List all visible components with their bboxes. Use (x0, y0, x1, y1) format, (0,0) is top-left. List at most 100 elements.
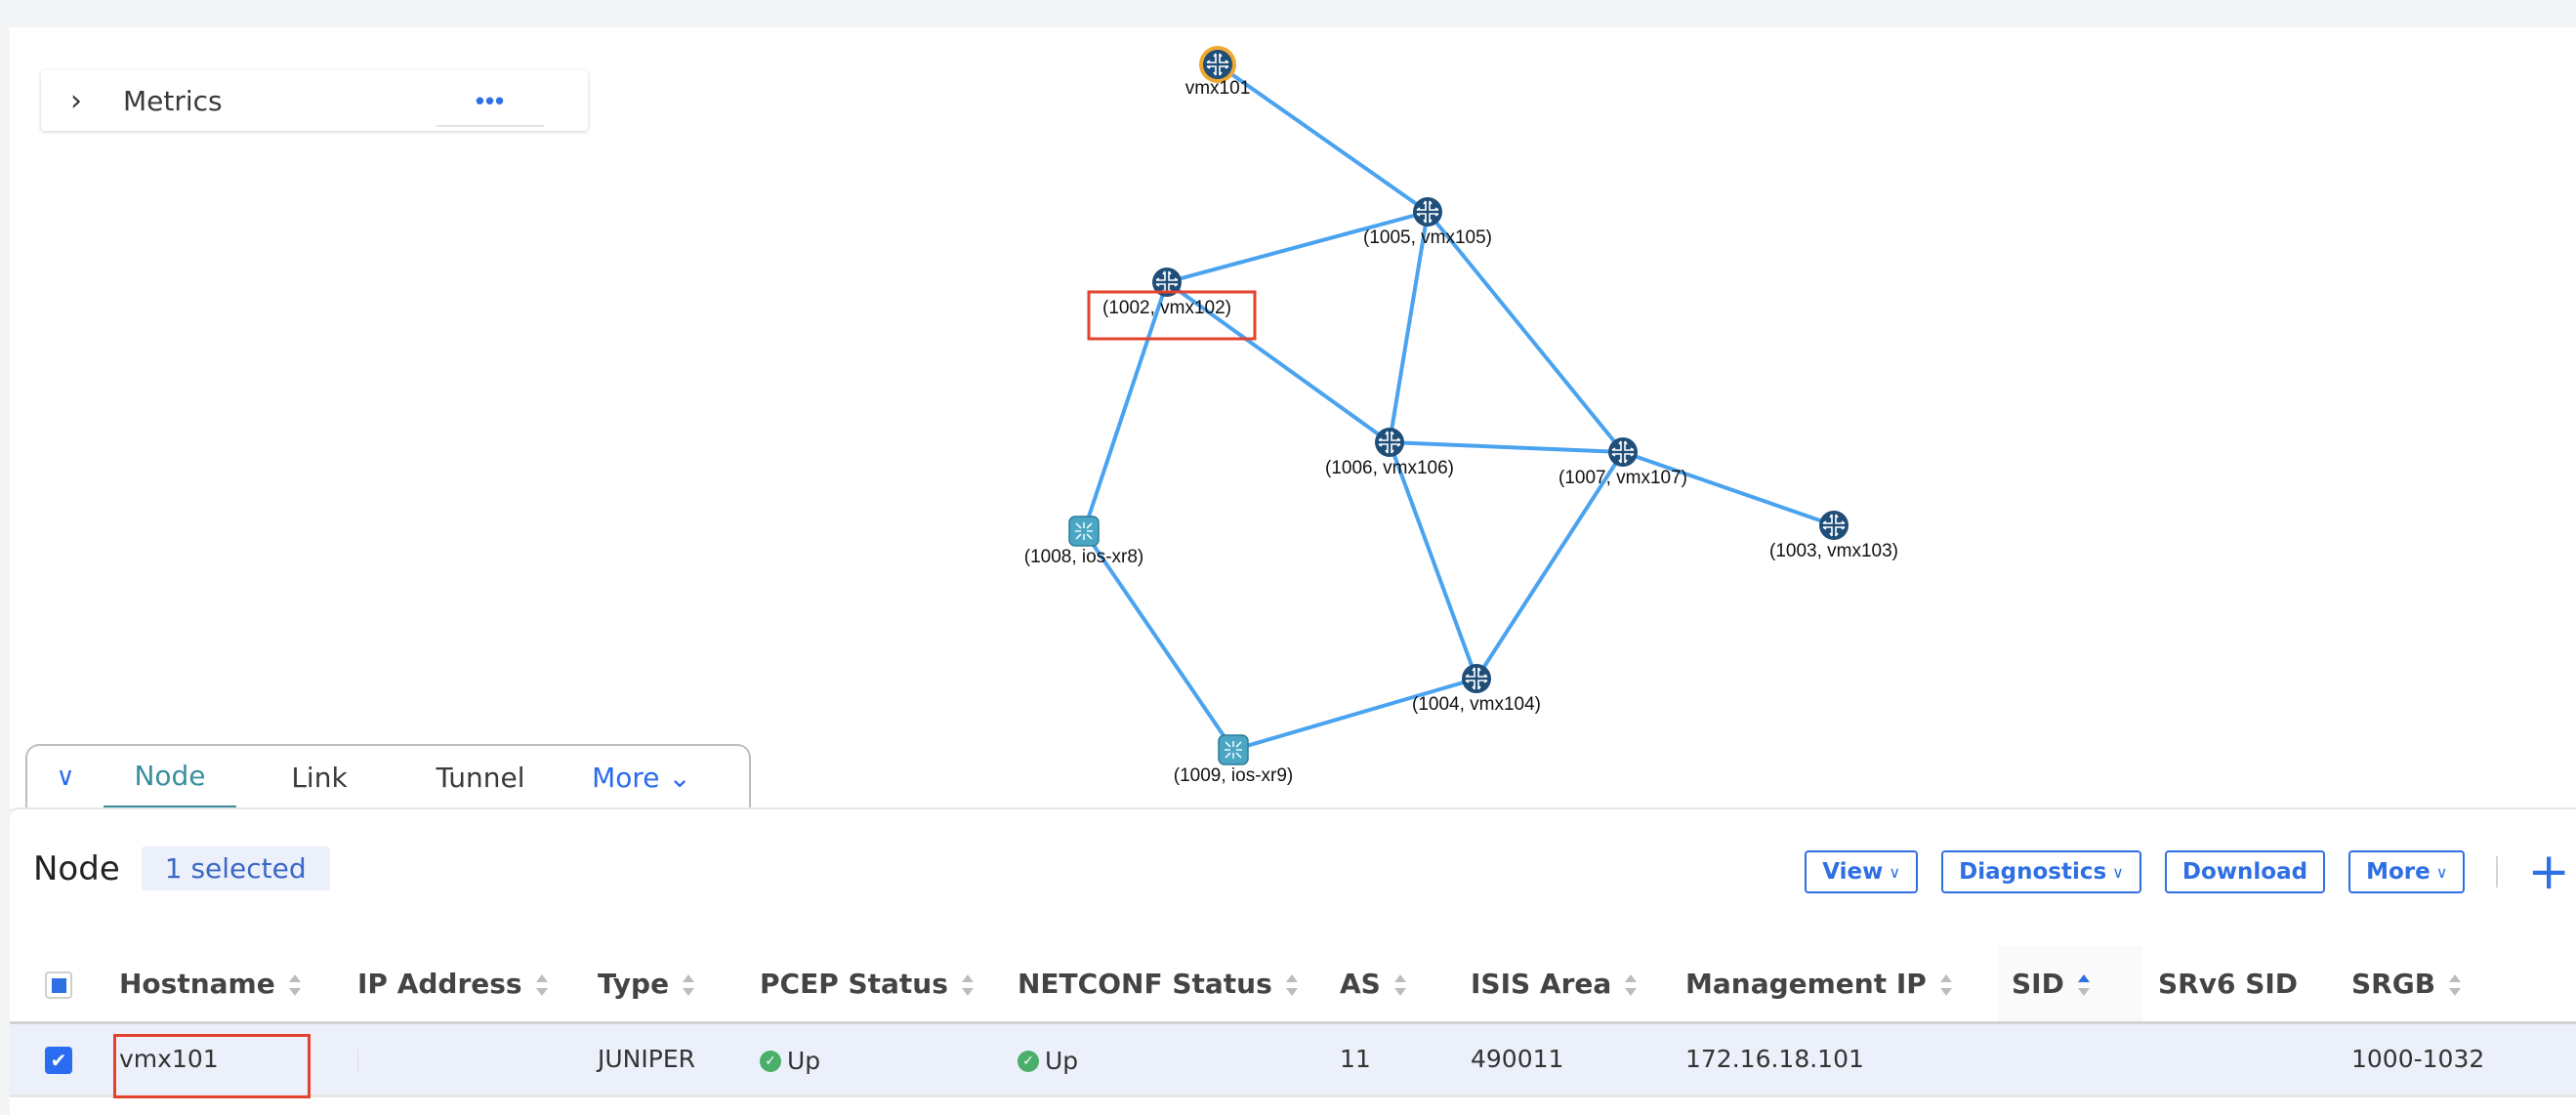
column-label: PCEP Status (760, 967, 948, 1000)
tab-more[interactable]: More ⌄ (559, 746, 725, 808)
column-header-type[interactable]: Type (598, 946, 760, 1024)
router-icon (1413, 197, 1442, 227)
more-button-label: More (2366, 859, 2431, 885)
link-vmx107-vmx103[interactable] (1621, 450, 1836, 527)
sort-icon[interactable] (1393, 973, 1406, 996)
cell-pcep-status: ✓ Up (760, 1022, 1018, 1097)
row-checkbox[interactable]: ✔ (45, 1046, 72, 1074)
node-label: (1006, vmx106) (1325, 458, 1454, 478)
column-header-srv6-sid[interactable]: SRv6 SID (2142, 946, 2351, 1024)
node-vmx103[interactable]: (1003, vmx103) (1769, 511, 1898, 561)
sort-icon[interactable] (1939, 973, 1952, 996)
chevron-right-icon[interactable]: › (70, 84, 109, 118)
node-label: (1002, vmx102) (1102, 298, 1231, 318)
bottom-tab-bar: ∨ Node Link Tunnel More ⌄ (25, 744, 751, 808)
add-icon[interactable]: + (2527, 847, 2570, 897)
sort-icon[interactable] (961, 973, 974, 996)
view-button-label: View (1822, 859, 1884, 885)
chevron-down-icon[interactable]: ∨ (27, 746, 104, 808)
column-label: AS (1340, 967, 1381, 1000)
column-header-netconf-status[interactable]: NETCONF Status (1018, 946, 1340, 1024)
column-header-hostname[interactable]: Hostname (119, 946, 357, 1024)
tab-tunnel[interactable]: Tunnel (402, 746, 559, 808)
check-circle-icon: ✓ (1018, 1050, 1039, 1072)
node-label: (1009, ios-xr9) (1174, 765, 1294, 786)
node-label: (1005, vmx105) (1363, 227, 1492, 248)
table-row[interactable]: ✔ vmx101 JUNIPER ✓ Up ✓ Up 11 490011 172.1… (10, 1022, 2576, 1097)
router-icon (1462, 664, 1491, 693)
node-iosxr8[interactable]: (1008, ios-xr8) (1024, 516, 1144, 567)
panel-toolbar: View ∨ Diagnostics ∨ Download More ∨ + (1781, 847, 2576, 897)
column-label: Hostname (119, 967, 275, 1000)
node-vmx107[interactable]: (1007, vmx107) (1558, 437, 1687, 488)
sort-icon[interactable] (1625, 973, 1638, 996)
node-label: (1004, vmx104) (1412, 694, 1541, 715)
download-button-label: Download (2181, 859, 2308, 885)
column-header-srgb[interactable]: SRGB (2351, 946, 2576, 1024)
check-circle-icon: ✓ (760, 1050, 781, 1072)
tab-node[interactable]: Node (104, 746, 236, 808)
node-vmx106[interactable]: (1006, vmx106) (1325, 428, 1454, 478)
pcep-status: ✓ Up (760, 1047, 820, 1075)
more-options-icon[interactable]: ••• (436, 76, 544, 127)
download-button[interactable]: Download (2164, 850, 2326, 893)
node-iosxr9[interactable]: (1009, ios-xr9) (1174, 734, 1294, 786)
chevron-down-icon: ∨ (2435, 862, 2448, 882)
node-vmx104[interactable]: (1004, vmx104) (1412, 664, 1541, 715)
metrics-panel[interactable]: › Metrics ••• (41, 70, 588, 131)
router-icon (1375, 428, 1404, 457)
topology-graph[interactable]: vmx101 (1005, vmx105) (1002, vmx102) (1006,… (10, 27, 2576, 808)
column-label: Type (598, 967, 670, 1000)
cell-divider (357, 1049, 358, 1072)
panel-title: Node (33, 848, 120, 888)
toolbar-divider (2496, 856, 2499, 888)
node-table: Hostname IP Address Type PCEP Status NET… (10, 946, 2576, 1097)
netconf-status: ✓ Up (1018, 1047, 1078, 1075)
cell-isis-area: 490011 (1471, 1022, 1685, 1097)
column-label: Management IP (1685, 967, 1927, 1000)
cell-sid (1998, 1022, 2142, 1097)
column-label: SID (2012, 967, 2064, 1000)
node-panel: Node 1 selected View ∨ Diagnostics ∨ Downl… (10, 807, 2576, 1115)
column-header-ip-address[interactable]: IP Address (357, 946, 598, 1024)
cell-srv6-sid (2142, 1022, 2351, 1097)
cell-ip-address (357, 1022, 598, 1097)
chevron-down-icon: ∨ (1889, 862, 1901, 882)
more-button[interactable]: More ∨ (2348, 850, 2466, 893)
select-all-checkbox-cell (10, 946, 119, 1024)
node-label: vmx101 (1185, 78, 1251, 99)
node-label: (1003, vmx103) (1769, 541, 1898, 561)
select-all-checkbox[interactable] (45, 971, 72, 1000)
column-header-management-ip[interactable]: Management IP (1685, 946, 1998, 1024)
node-label: (1008, ios-xr8) (1024, 547, 1144, 567)
diagnostics-button[interactable]: Diagnostics ∨ (1941, 850, 2141, 893)
column-header-pcep-status[interactable]: PCEP Status (760, 946, 1018, 1024)
column-header-isis-area[interactable]: ISIS Area (1471, 946, 1685, 1024)
sort-icon[interactable] (535, 973, 548, 996)
app-root: vmx101 (1005, vmx105) (1002, vmx102) (1006,… (0, 0, 2576, 1115)
node-vmx101[interactable]: vmx101 (1185, 46, 1251, 99)
column-header-as[interactable]: AS (1340, 946, 1471, 1024)
sort-icon[interactable] (2449, 973, 2462, 996)
cell-management-ip: 172.16.18.101 (1685, 1022, 1998, 1097)
sort-icon[interactable] (683, 973, 695, 996)
column-header-sid[interactable]: SID (1998, 946, 2142, 1024)
link-vmx106-vmx107[interactable] (1388, 440, 1625, 454)
column-label: SRGB (2351, 967, 2436, 1000)
column-label: SRv6 SID (2158, 967, 2299, 1000)
sort-icon[interactable] (288, 973, 301, 996)
chevron-down-icon: ∨ (2112, 862, 2124, 882)
cell-type: JUNIPER (598, 1022, 760, 1097)
cell-hostname[interactable]: vmx101 (119, 1022, 357, 1097)
topology-canvas[interactable]: vmx101 (1005, vmx105) (1002, vmx102) (1006,… (10, 27, 2576, 808)
sort-ascending-icon[interactable] (2077, 973, 2090, 996)
table-header-row: Hostname IP Address Type PCEP Status NET… (10, 946, 2576, 1024)
diagnostics-button-label: Diagnostics (1959, 859, 2107, 885)
tab-link[interactable]: Link (236, 746, 402, 808)
sort-icon[interactable] (1285, 973, 1298, 996)
cell-as: 11 (1340, 1022, 1471, 1097)
cell-netconf-status: ✓ Up (1018, 1022, 1340, 1097)
link-vmx102-iosxr8[interactable] (1082, 280, 1169, 533)
view-button[interactable]: View ∨ (1805, 850, 1919, 893)
metrics-title: Metrics (123, 84, 223, 117)
